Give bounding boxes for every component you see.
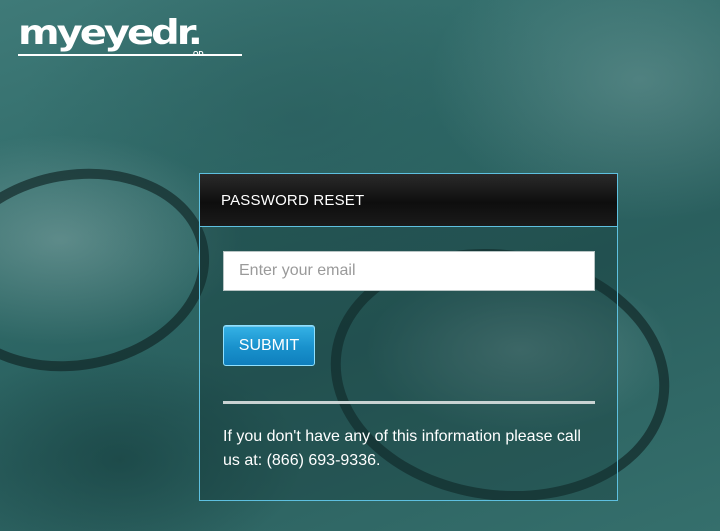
- divider: [223, 401, 595, 404]
- panel-title: PASSWORD RESET: [221, 191, 365, 209]
- logo-wordmark: myeyedr.: [18, 13, 203, 53]
- password-reset-panel: PASSWORD RESET SUBMIT If you don't have …: [199, 173, 618, 501]
- panel-header: PASSWORD RESET: [200, 174, 617, 227]
- email-input[interactable]: [223, 251, 595, 291]
- submit-button[interactable]: SUBMIT: [223, 325, 315, 366]
- myeyedr-logo[interactable]: myeyedr. OD: [18, 14, 244, 60]
- logo-underline: [18, 54, 242, 56]
- help-contact-text: If you don't have any of this informatio…: [223, 428, 581, 469]
- glasses-left-lens-decoration: [0, 148, 226, 392]
- logo-od-suffix: OD: [193, 51, 204, 58]
